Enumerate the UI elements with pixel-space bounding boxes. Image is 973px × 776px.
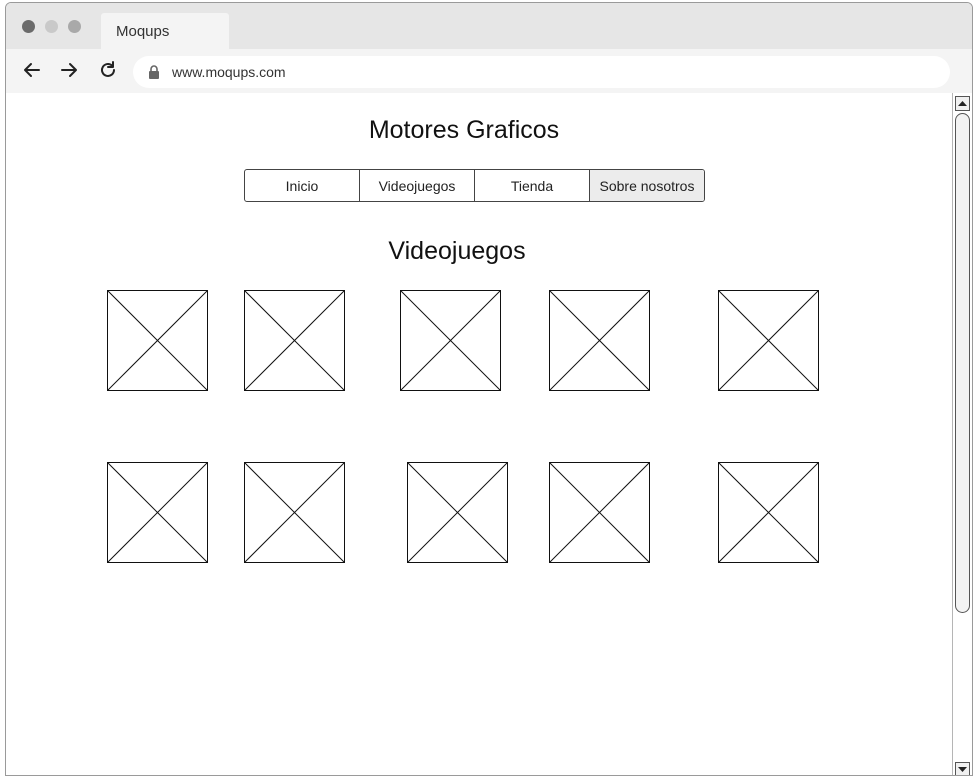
menu-item-tienda[interactable]: Tienda <box>475 170 590 201</box>
image-placeholder <box>107 462 208 563</box>
site-title: Motores Graficos <box>368 116 560 144</box>
section-title: Videojuegos <box>388 237 526 265</box>
menu-item-sobre-nosotros[interactable]: Sobre nosotros <box>590 170 704 201</box>
menu-item-inicio[interactable]: Inicio <box>245 170 360 201</box>
image-placeholder <box>107 290 208 391</box>
address-bar[interactable]: www.moqups.com <box>133 56 950 88</box>
window-minimize-button[interactable] <box>45 20 58 33</box>
scrollbar-thumb[interactable] <box>955 113 970 613</box>
back-icon[interactable] <box>21 59 43 81</box>
browser-window: Moqups www.moqups.com Motores Graficos I… <box>5 2 973 776</box>
image-placeholder <box>718 462 819 563</box>
image-placeholder <box>407 462 508 563</box>
image-placeholder <box>549 290 650 391</box>
image-placeholder <box>718 290 819 391</box>
forward-icon[interactable] <box>58 59 80 81</box>
tab-title: Moqups <box>116 23 170 40</box>
image-placeholder <box>244 462 345 563</box>
lock-icon <box>147 65 161 79</box>
scroll-down-arrow-icon[interactable] <box>955 762 970 775</box>
browser-tab[interactable]: Moqups <box>101 13 229 49</box>
window-maximize-button[interactable] <box>68 20 81 33</box>
window-close-button[interactable] <box>22 20 35 33</box>
reload-icon[interactable] <box>97 59 119 81</box>
vertical-scrollbar[interactable] <box>952 93 972 775</box>
url-text: www.moqups.com <box>172 64 286 80</box>
scroll-up-arrow-icon[interactable] <box>955 96 970 111</box>
image-placeholder <box>400 290 501 391</box>
main-menu: Inicio Videojuegos Tienda Sobre nosotros <box>244 169 705 202</box>
title-bar: Moqups <box>6 3 972 49</box>
browser-toolbar: www.moqups.com <box>6 49 972 93</box>
menu-item-videojuegos[interactable]: Videojuegos <box>360 170 475 201</box>
page-content: Motores Graficos Inicio Videojuegos Tien… <box>6 93 951 775</box>
image-placeholder <box>244 290 345 391</box>
image-placeholder <box>549 462 650 563</box>
